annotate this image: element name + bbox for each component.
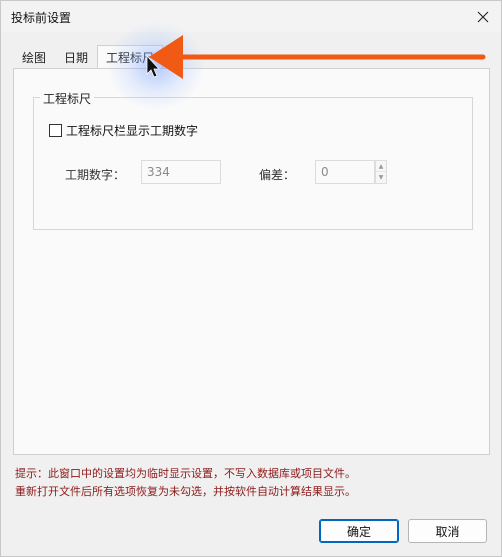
tab-strip: 绘图 日期 工程标尺 — [13, 45, 164, 70]
tab-drawing[interactable]: 绘图 — [13, 45, 55, 69]
show-duration-label: 工程标尺栏显示工期数字 — [66, 124, 199, 138]
group-title: 工程标尺 — [40, 90, 95, 107]
hint-line-2: 重新打开文件后所有选项恢复为未勾选，并按软件自动计算结果显示。 — [15, 485, 356, 498]
show-duration-checkbox[interactable] — [49, 124, 62, 137]
ok-button[interactable]: 确定 — [319, 519, 399, 543]
dialog-title: 投标前设置 — [11, 11, 72, 25]
tab-date[interactable]: 日期 — [55, 45, 97, 69]
engineering-ruler-group: 工程标尺 工程标尺栏显示工期数字 工期数字： 334 偏差： 0 ▲ ▼ — [33, 90, 473, 230]
cancel-button[interactable]: 取消 — [408, 519, 487, 543]
hint-line-1: 提示：此窗口中的设置均为临时显示设置，不写入数据库或项目文件。 — [15, 467, 356, 480]
spin-down-icon[interactable]: ▼ — [376, 172, 386, 183]
deviation-input[interactable]: 0 — [315, 160, 375, 184]
deviation-spinner[interactable]: ▲ ▼ — [375, 160, 387, 184]
tab-panel: 工程标尺 工程标尺栏显示工期数字 工期数字： 334 偏差： 0 ▲ ▼ — [13, 68, 490, 455]
tab-engineering-ruler[interactable]: 工程标尺 — [97, 45, 164, 70]
deviation-label: 偏差： — [259, 168, 296, 182]
duration-input[interactable]: 334 — [141, 160, 221, 184]
show-duration-checkbox-row[interactable]: 工程标尺栏显示工期数字 — [49, 122, 198, 139]
title-bar: 投标前设置 — [1, 1, 501, 32]
close-button[interactable] — [465, 1, 501, 32]
spin-up-icon[interactable]: ▲ — [376, 161, 386, 172]
duration-label: 工期数字： — [65, 168, 126, 182]
settings-dialog: 投标前设置 绘图 日期 工程标尺 工程标尺 工程标尺栏显示工期数字 工期数字： … — [0, 0, 502, 557]
close-icon — [477, 11, 489, 22]
